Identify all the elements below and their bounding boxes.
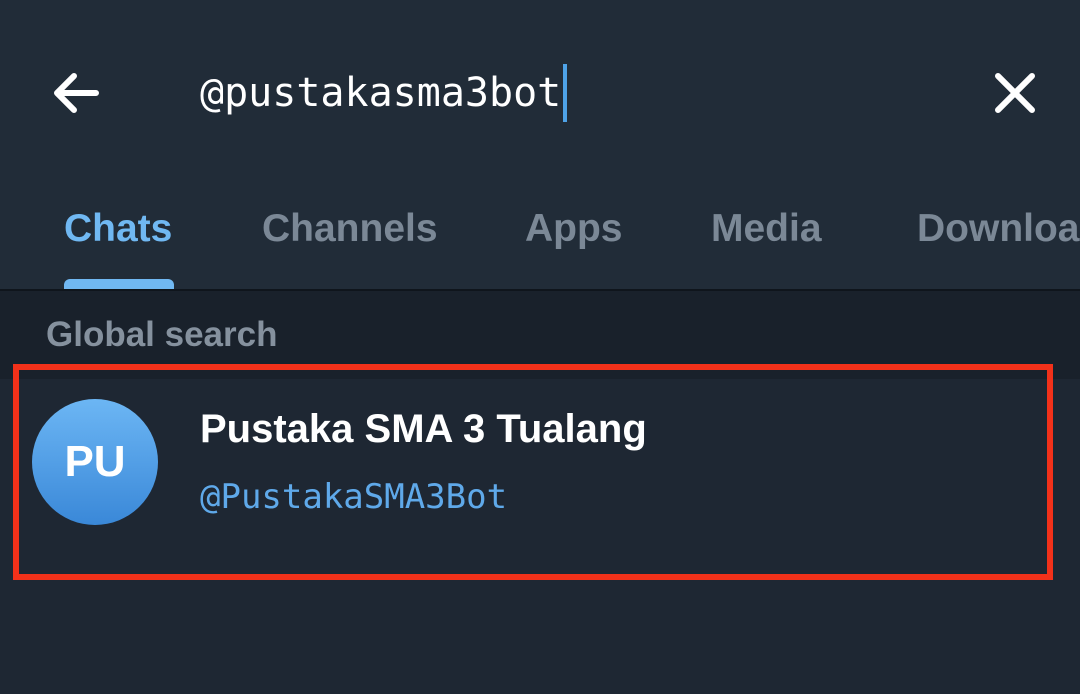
tab-media[interactable]: Media (711, 207, 822, 251)
search-result-row[interactable]: PU Pustaka SMA 3 Tualang @PustakaSMA3Bot (0, 379, 1080, 559)
tab-downloads[interactable]: Downloa (917, 207, 1080, 251)
search-input[interactable]: @pustakasma3bot (200, 70, 561, 116)
result-name: Pustaka SMA 3 Tualang (200, 407, 647, 451)
arrow-left-icon (54, 73, 99, 113)
tab-chats[interactable]: Chats (64, 207, 172, 251)
clear-search-button[interactable] (988, 66, 1042, 120)
search-header: @pustakasma3bot (0, 0, 1080, 185)
section-title: Global search (46, 315, 278, 354)
text-caret (563, 64, 568, 122)
tab-channels[interactable]: Channels (262, 207, 438, 251)
search-tabs: Chats Channels Apps Media Downloa (0, 185, 1080, 289)
avatar: PU (32, 399, 158, 525)
search-screen: @pustakasma3bot Chats Channels Apps Medi… (0, 0, 1080, 694)
close-icon (995, 73, 1035, 113)
active-tab-indicator (64, 279, 174, 289)
back-button[interactable] (46, 62, 108, 124)
tab-apps[interactable]: Apps (525, 207, 623, 251)
search-field[interactable]: @pustakasma3bot (200, 60, 568, 126)
global-search-header: Global search (0, 291, 1080, 379)
result-username: @PustakaSMA3Bot (200, 477, 508, 517)
